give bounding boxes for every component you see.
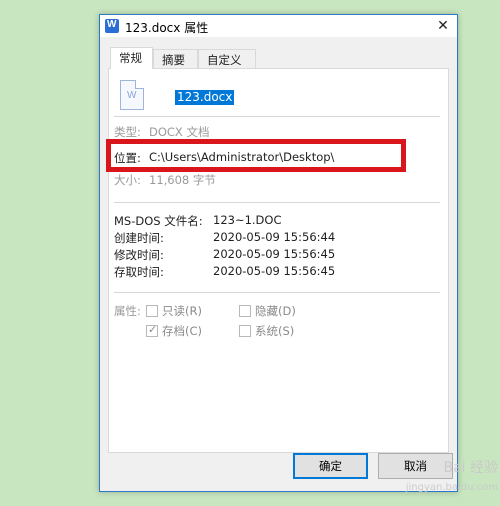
filename-field[interactable]: 123.docx (175, 90, 235, 105)
close-icon[interactable]: ✕ (435, 18, 451, 34)
created-value: 2020-05-09 15:56:44 (213, 230, 336, 244)
checkbox-box[interactable] (146, 323, 158, 337)
checkbox-box[interactable] (146, 305, 158, 317)
divider (114, 292, 440, 293)
word-app-icon (105, 19, 119, 33)
readonly-label: 只读(R) (162, 304, 202, 318)
window-title: 123.docx 属性 (125, 21, 209, 35)
divider (114, 116, 440, 117)
type-label: 类型: (114, 125, 141, 139)
red-highlight-box (106, 139, 406, 172)
properties-dialog: 123.docx 属性 ✕ 常规 摘要 自定义 123.docx 类型: DOC… (99, 14, 458, 492)
watermark-line1: Bai 经验 (443, 460, 498, 476)
ok-button[interactable]: 确定 (293, 453, 368, 479)
title-bar[interactable]: 123.docx 属性 ✕ (100, 15, 457, 37)
archive-checkbox[interactable]: 存档(C) (146, 323, 202, 339)
baidu-watermark: Bai 经验 jingyan.baidu.com (388, 458, 498, 502)
modified-value: 2020-05-09 15:56:45 (213, 247, 336, 261)
hidden-label: 隐藏(D) (255, 304, 296, 318)
archive-label: 存档(C) (162, 324, 203, 338)
msdos-name-value: 123~1.DOC (213, 213, 282, 227)
general-panel: 123.docx 类型: DOCX 文档 位置: C:\Users\Admini… (106, 68, 449, 453)
msdos-name-label: MS-DOS 文件名: (114, 214, 203, 228)
size-label: 大小: (114, 173, 141, 187)
created-label: 创建时间: (114, 231, 164, 245)
size-value: 11,608 字节 (149, 173, 216, 187)
checkbox-box[interactable] (239, 305, 251, 317)
attributes-label: 属性: (114, 304, 141, 318)
divider (114, 202, 440, 203)
hidden-checkbox[interactable]: 隐藏(D) (239, 303, 296, 319)
tab-summary[interactable]: 摘要 (153, 49, 198, 69)
type-value: DOCX 文档 (149, 125, 210, 139)
watermark-line2: jingyan.baidu.com (405, 482, 498, 493)
tab-custom[interactable]: 自定义 (198, 49, 256, 69)
readonly-checkbox[interactable]: 只读(R) (146, 303, 202, 319)
tab-general[interactable]: 常规 (110, 47, 153, 69)
accessed-value: 2020-05-09 15:56:45 (213, 264, 336, 278)
system-label: 系统(S) (255, 324, 295, 338)
system-checkbox[interactable]: 系统(S) (239, 323, 294, 339)
accessed-label: 存取时间: (114, 265, 164, 279)
modified-label: 修改时间: (114, 248, 164, 262)
word-document-icon (120, 80, 144, 110)
checkbox-box[interactable] (239, 325, 251, 337)
